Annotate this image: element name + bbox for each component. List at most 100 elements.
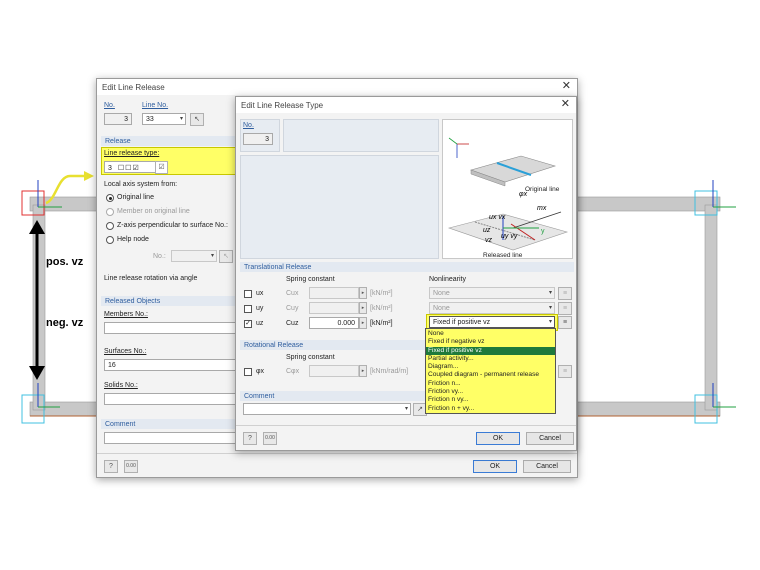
line-no-select[interactable]: 33 ▾ [142,113,186,125]
uy-edit-icon[interactable]: ≡ [558,302,572,315]
ok-button[interactable]: OK [473,460,517,473]
cuy-field[interactable] [309,302,359,314]
cphix-unit: [kNm/rad/m] [370,368,409,375]
cux-spin-icon[interactable]: ▸ [359,287,367,299]
line-release-type-label: Line release type: [104,150,160,157]
chevron-down-icon: ▾ [210,253,214,259]
chevron-down-icon: ▾ [404,406,408,412]
type-no-field: 3 [243,133,273,145]
neg-vz-label: neg. vz [46,317,84,329]
radio-help-node[interactable] [106,236,114,244]
released-objects-header: Released Objects [101,296,239,306]
svg-text:uy vy: uy vy [501,233,518,240]
uy-checkbox[interactable] [244,305,252,313]
type-ok-button[interactable]: OK [476,432,520,445]
preview-panel [240,155,439,259]
cphix-spin-icon[interactable]: ▸ [359,365,367,377]
option-fixed-positive[interactable]: Fixed if positive vz [426,346,555,355]
option-fixed-negative[interactable]: Fixed if negative vz [426,338,555,346]
option-friction-vy[interactable]: Friction vy... [426,388,555,396]
surfaces-label: Surfaces No.: [104,348,147,355]
cux-field[interactable] [309,287,359,299]
uz-nonlinearity-select[interactable]: Fixed if positive vz ▾ [429,316,555,328]
close-icon[interactable]: ✕ [562,81,571,92]
no-field: 3 [104,113,132,125]
ux-nonlinearity-select[interactable]: None ▾ [429,287,555,299]
members-label: Members No.: [104,311,148,318]
no-label: No. [104,102,115,109]
cux-unit: [kN/m²] [370,290,393,297]
phix-label: φx [256,368,265,375]
solids-field[interactable] [104,393,238,405]
radio-original-line[interactable] [106,194,114,202]
ux-checkbox[interactable] [244,290,252,298]
spring-constant-label: Spring constant [286,276,335,283]
help-icon[interactable]: ? [104,460,118,473]
svg-text:mx: mx [537,205,547,212]
type-dialog-title: Edit Line Release Type [236,97,576,113]
svg-text:vz: vz [485,237,493,244]
type-footer-divider [236,425,576,426]
released-line-label: Released line [483,252,523,259]
cuz-spin-icon[interactable]: ▸ [359,317,367,329]
help-node-no-select[interactable]: ▾ [171,250,217,262]
release-illustration: φx mx ux vx uz uy vy vz y Original line … [442,119,573,259]
option-friction-n[interactable]: Friction n... [426,380,555,388]
name-panel [283,119,439,152]
svg-text:y: y [541,228,545,235]
type-cancel-button[interactable]: Cancel [526,432,574,445]
original-line-label: Original line [525,186,560,193]
cux-label: Cux [286,290,299,297]
radio-member-on-line[interactable] [106,208,114,216]
cuz-label: Cuz [286,320,299,327]
option-none[interactable]: None [426,330,555,338]
cuy-label: Cuy [286,305,299,312]
radio-member-on-line-label: Member on original line [117,208,190,215]
members-field[interactable] [104,322,238,334]
uz-label: uz [256,320,264,327]
type-comment-field[interactable]: ▾ [243,403,411,415]
local-axis-label: Local axis system from: [104,181,178,188]
option-partial-activity[interactable]: Partial activity... [426,355,555,363]
svg-text:uz: uz [483,227,491,234]
radio-z-axis-surface[interactable] [106,222,114,230]
ux-edit-icon[interactable]: ≡ [558,287,572,300]
line-no-label: Line No. [142,102,169,109]
option-friction-n-vy[interactable]: Friction n vy... [426,396,555,404]
units-icon[interactable]: 0.00 [124,460,138,473]
uz-edit-icon[interactable]: ≡ [558,316,572,329]
rotational-release-header: Rotational Release [240,340,425,350]
type-units-icon[interactable]: 0.00 [263,432,277,445]
chevron-down-icon: ▾ [548,305,552,311]
type-help-icon[interactable]: ? [243,432,257,445]
uz-checkbox[interactable]: ✓ [244,320,252,328]
cphix-label: Cφx [286,368,300,375]
phix-edit-icon[interactable]: ≡ [558,365,572,378]
rot-spring-constant-label: Spring constant [286,354,335,361]
comment-header: Comment [101,419,239,429]
rotation-label: Line release rotation via angle [104,275,198,282]
surfaces-field[interactable]: 16 [104,359,238,371]
radio-original-line-label: Original line [117,194,154,201]
cuz-field[interactable]: 0.000 [309,317,359,329]
uy-label: uy [256,305,264,312]
uy-nonlinearity-select[interactable]: None ▾ [429,302,555,314]
pick-line-icon[interactable]: ↖ [190,113,204,126]
option-diagram[interactable]: Diagram... [426,363,555,371]
edit-release-type-icon[interactable]: ☑ [155,161,168,174]
phix-checkbox[interactable] [244,368,252,376]
option-friction-n-plus-vy[interactable]: Friction n + vy... [426,405,555,413]
pick-node-icon[interactable]: ↖ [219,250,233,263]
nonlinearity-label: Nonlinearity [429,276,466,283]
chevron-down-icon: ▾ [548,290,552,296]
close-icon[interactable]: ✕ [561,99,570,110]
cuy-spin-icon[interactable]: ▸ [359,302,367,314]
cuz-unit: [kN/m²] [370,320,393,327]
radio-help-node-label: Help node [117,236,149,243]
cphix-field[interactable] [309,365,359,377]
footer-divider [97,453,577,454]
option-coupled-diagram[interactable]: Coupled diagram - permanent release [426,371,555,379]
ux-label: ux [256,290,264,297]
cancel-button[interactable]: Cancel [523,460,571,473]
comment-field[interactable] [104,432,238,444]
